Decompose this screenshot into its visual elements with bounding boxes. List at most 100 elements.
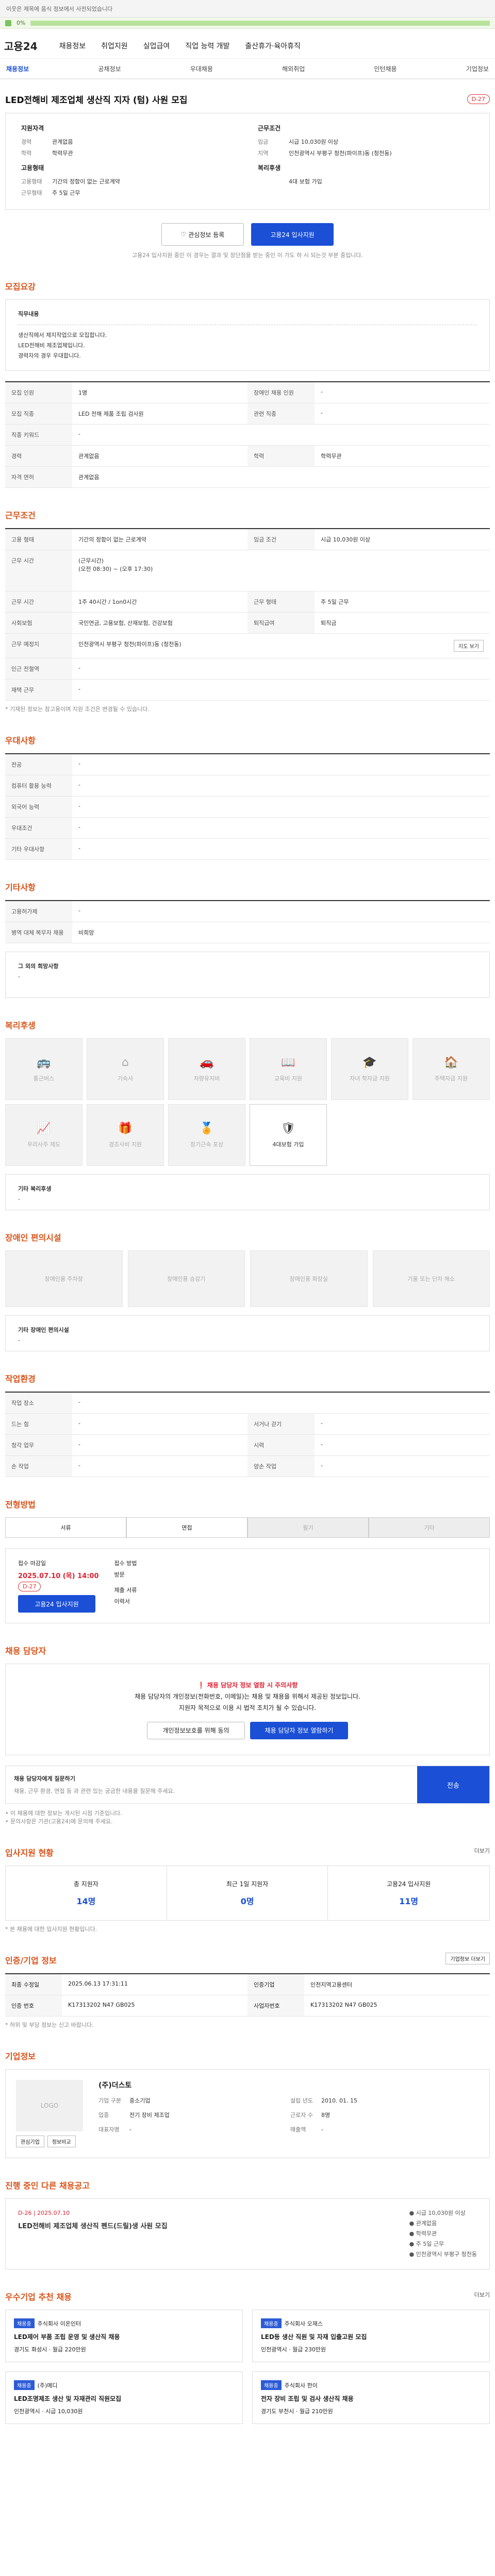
row-value: 1주 40시간 / 1on0시간 (72, 591, 248, 613)
current-row: ● 인천광역시 부평구 청천동 (409, 2251, 477, 2258)
ask-send-button[interactable]: 전송 (417, 1766, 489, 1803)
card-loc: 인천광역시 (14, 2408, 40, 2415)
row-key: 서거나 걷기 (248, 1414, 315, 1435)
row-value: - (72, 754, 490, 775)
subnav-item[interactable]: 기업정보 (466, 64, 489, 73)
card-tag: 채용중 (14, 2380, 35, 2390)
duty-line: LED전해비 제조업체입니다. (18, 342, 85, 349)
card-tag: 채용중 (14, 2318, 35, 2328)
contact-box: ❗ 채용 담당자 정보 열람 시 주의사항 채용 담당자의 개인정보(전화번호,… (5, 1664, 490, 1755)
card-pay: 월급 210만원 (299, 2408, 333, 2415)
row-key: 전공 (5, 754, 72, 775)
row-key: 우대조건 (5, 818, 72, 839)
kv-key (258, 176, 289, 188)
stat-label: 최근 1일 지원자 (226, 1880, 269, 1888)
job-card[interactable]: 채용중 주식회사 이온인터 LED제어 부품 조립 운영 및 생산직 채용 경기도 화… (5, 2310, 243, 2362)
home-icon: 🏠 (444, 1056, 458, 1069)
view-contact-button[interactable]: 채용 담당자 정보 열람하기 (250, 1722, 348, 1739)
stats-more-link[interactable]: 더보기 (474, 1846, 490, 1855)
kv-key: 지역 (258, 150, 269, 157)
interest-button[interactable]: ♡ 관심정보 등록 (161, 223, 244, 246)
process-tabs: 서류 면접 필기 기타 (5, 1517, 490, 1538)
row-value: 학력무관 (315, 446, 490, 467)
tile-label: 차량유지비 (193, 1075, 220, 1082)
progress-bar: 0% (0, 18, 495, 29)
welfare-tiles: 🚌 통근버스 ⌂ 기숙사 🚗 차량유지비 📖 교육비 지원 🎓 자녀 학자금 지원 🏠 주택… (5, 1038, 490, 1166)
kv-value: 4대 보험 가입 (289, 178, 322, 185)
fav-company-button[interactable]: 관심기업 (16, 2136, 44, 2147)
gnb-item[interactable]: 직업 능력 개발 (185, 41, 229, 51)
section-contact: 채용 담당자 ❗ 채용 담당자 정보 열람 시 주의사항 채용 담당자의 개인정… (5, 1634, 490, 1825)
duty-line: 생산직에서 제지작업으로 모집합니다. (18, 332, 107, 338)
stat-label: 고용24 입사지원 (386, 1880, 431, 1888)
process-apply-button[interactable]: 고용24 입사지원 (18, 1595, 95, 1613)
kv-value: - (129, 2126, 131, 2133)
kv-key: 대표자명 (98, 2126, 120, 2133)
kv-value: 8명 (321, 2112, 331, 2119)
deadline-heading: 접수 마감일 (18, 1560, 46, 1567)
row-value: - (72, 796, 490, 818)
gnb-item[interactable]: 취업지원 (101, 41, 128, 51)
job-header: LED전해비 제조업체 생산직 지자 (텀) 사원 모집 D-27 (0, 79, 495, 113)
row-value: - (315, 403, 490, 425)
section-summary: 모집요강 직무내용 생산직에서 제지작업으로 모집합니다. LED전해비 제조업… (5, 269, 490, 488)
etc-table: 고용허가제 - 병역 대체 복무자 채용 비희망 (5, 900, 490, 943)
row-value: 관계없음 (72, 446, 248, 467)
similar-more-link[interactable]: 더보기 (474, 2291, 490, 2299)
medal-icon: 🏅 (200, 1122, 214, 1135)
dday-badge: D-27 (467, 94, 490, 104)
subnav-item[interactable]: 채용정보 (6, 64, 29, 73)
gnb-item[interactable]: 채용정보 (59, 41, 86, 51)
subnav-item[interactable]: 해외취업 (282, 64, 305, 73)
row-key: 인근 전철역 (5, 658, 72, 680)
row-key: 관련 직종 (248, 403, 315, 425)
row-key: 사업자번호 (248, 1995, 304, 2016)
section-current: 진행 중인 다른 채용공고 D-26 | 2025.07.10 LED전해비 제… (5, 2168, 490, 2269)
row-value: - (72, 1414, 248, 1435)
info-table: 최종 수정일 2025.06.13 17:31:11 인증기업 인천지역고용센터 인증… (5, 1973, 490, 2016)
gnb-item[interactable]: 출산휴가·육아휴직 (245, 41, 301, 51)
tile-label: 4대보험 가입 (272, 1141, 304, 1148)
compare-button[interactable]: 정보비교 (47, 2136, 76, 2147)
current-job-card[interactable]: D-26 | 2025.07.10 LED전해비 제조업체 생산직 펜드(드릴)… (5, 2198, 490, 2269)
kv-value: 인천광역시 부평구 청천(파이프)동 (청천동) (289, 150, 392, 157)
subnav-item[interactable]: 우대채용 (190, 64, 213, 73)
row-key: 시력 (248, 1435, 315, 1456)
company-more-button[interactable]: 기업정보 더보기 (446, 1952, 490, 1964)
job-card[interactable]: 채용중 주식회사 오재스 LED등 생산 직원 및 자재 입출고원 모집 인천광역시 … (252, 2310, 490, 2362)
consent-button[interactable]: 개인정보보호를 위해 동의 (147, 1722, 245, 1739)
gnb-item[interactable]: 실업급여 (143, 41, 170, 51)
row-value: 2025.06.13 17:31:11 (62, 1974, 248, 1995)
section-title: 작업환경 (5, 1374, 36, 1384)
apply-button[interactable]: 고용24 입사지원 (251, 223, 334, 246)
row-key: 자격 면허 (5, 467, 72, 488)
site-logo[interactable]: 고용24 (4, 38, 38, 53)
company-name: (주)더스토 (98, 2081, 132, 2090)
ask-box: 채용 담당자에게 질문하기 채용, 근무 환경, 면접 등 과 관련 있는 궁금… (5, 1766, 490, 1804)
alert-text: 채용 담당자 정보 열람 시 주의사항 (207, 1682, 298, 1689)
map-button[interactable]: 지도 보기 (454, 640, 484, 652)
stat-number: 11명 (399, 1896, 419, 1906)
tile-label: 기숙사 (117, 1075, 134, 1082)
row-value: - (72, 425, 490, 446)
job-card[interactable]: 채용중 주식회사 한이 전자 장비 조립 및 검사 생산직 채용 경기도 부천시 · … (252, 2371, 490, 2424)
job-card[interactable]: 채용중 (주)메디 LED조명제조 생산 및 자재관리 직원모집 인천광역시 · 시급… (5, 2371, 243, 2424)
card-job: LED등 생산 직원 및 자재 입출고원 모집 (261, 2333, 367, 2341)
job-summary-box: 지원자격 경력 관계없음 학력 학력무관 근무조건 임금 시급 10,030원 이상 … (5, 113, 490, 210)
kv-key: 매출액 (290, 2126, 306, 2133)
section-disabled: 장애인 편의시설 장애인용 주차장 장애인용 승강기 장애인용 화장실 기울 또… (5, 1221, 490, 1351)
welfare-tile: 🚗 차량유지비 (168, 1038, 245, 1100)
ask-input[interactable]: 채용 담당자에게 질문하기 채용, 근무 환경, 면접 등 과 관련 있는 궁금… (6, 1766, 417, 1803)
current-row: ● 관계없음 (409, 2220, 437, 2227)
card-company: (주)메디 (37, 2382, 58, 2389)
section-title: 채용 담당자 (5, 1646, 46, 1656)
row-key: 병역 대체 복무자 채용 (5, 922, 72, 943)
book-icon: 📖 (281, 1056, 295, 1069)
welfare-tile: 🚌 통근버스 (5, 1038, 82, 1100)
subnav-item[interactable]: 인턴채용 (374, 64, 397, 73)
tile-label: 주택자금 지원 (434, 1075, 468, 1082)
row-key: 최종 수정일 (5, 1974, 62, 1995)
current-row: ● 학력무관 (409, 2230, 437, 2237)
subnav-item[interactable]: 공채정보 (98, 64, 121, 73)
progress-fill (30, 20, 490, 26)
